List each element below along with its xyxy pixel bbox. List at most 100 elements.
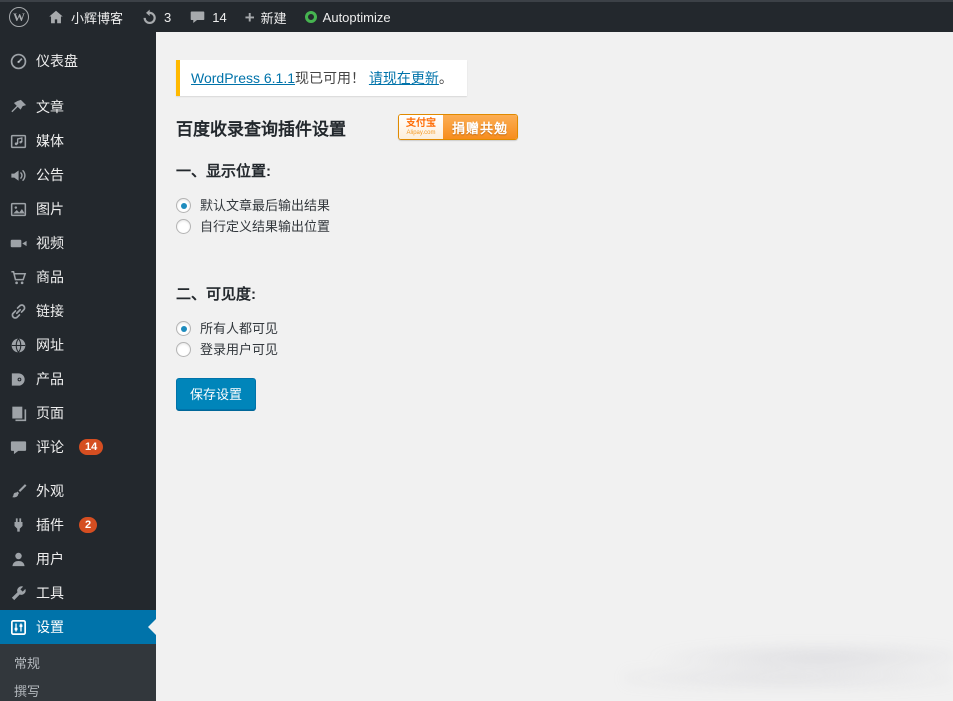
megaphone-icon bbox=[8, 165, 28, 185]
user-icon bbox=[8, 549, 28, 569]
sidebar-item-urls[interactable]: 网址 bbox=[0, 328, 156, 362]
alipay-donate-button[interactable]: 支付宝 Alipay.com 捐赠共勉 bbox=[398, 114, 519, 140]
wordpress-logo-icon: W bbox=[9, 7, 29, 27]
radio-option-default-output[interactable]: 默认文章最后输出结果 bbox=[176, 195, 933, 216]
plugins-badge: 2 bbox=[79, 517, 98, 533]
save-settings-button[interactable]: 保存设置 bbox=[176, 378, 257, 410]
notice-text: 现已可用！ bbox=[295, 70, 369, 86]
sidebar-item-label: 评论 bbox=[36, 439, 64, 455]
comment-bubble-icon bbox=[189, 9, 206, 26]
image-icon bbox=[8, 199, 28, 219]
radio-option-custom-output[interactable]: 自行定义结果输出位置 bbox=[176, 216, 933, 237]
sidebar-item-comments[interactable]: 评论 14 bbox=[0, 430, 156, 464]
update-now-link[interactable]: 请现在更新 bbox=[369, 70, 439, 86]
comments-menu[interactable]: 14 bbox=[180, 2, 235, 32]
alipay-domain-label: Alipay.com bbox=[406, 129, 436, 136]
comment-icon bbox=[8, 437, 28, 457]
plugin-icon bbox=[8, 515, 28, 535]
menu-separator bbox=[0, 78, 156, 90]
pushpin-icon bbox=[8, 97, 28, 117]
sidebar-item-label: 图片 bbox=[36, 201, 64, 217]
radio-selected-icon[interactable] bbox=[176, 321, 191, 336]
update-notice: WordPress 6.1.1现已可用！ 请现在更新。 bbox=[176, 60, 467, 96]
alipay-logo: 支付宝 Alipay.com bbox=[399, 115, 443, 139]
sidebar-item-label: 文章 bbox=[36, 99, 64, 115]
admin-bar: W 小辉博客 3 14 + 新建 Autoptimize bbox=[0, 0, 953, 32]
globe-icon bbox=[8, 335, 28, 355]
link-icon bbox=[8, 301, 28, 321]
sidebar: 仪表盘 文章 媒体 公告 图片 视频 商品 链接 网址 产品 页面 评论 14 … bbox=[0, 32, 156, 701]
sidebar-item-label: 外观 bbox=[36, 483, 64, 499]
sidebar-item-pages[interactable]: 页面 bbox=[0, 396, 156, 430]
video-camera-icon bbox=[8, 233, 28, 253]
sidebar-item-label: 工具 bbox=[36, 585, 64, 601]
sidebar-item-label: 商品 bbox=[36, 269, 64, 285]
sidebar-item-users[interactable]: 用户 bbox=[0, 542, 156, 576]
sidebar-item-media[interactable]: 媒体 bbox=[0, 124, 156, 158]
sidebar-item-goods[interactable]: 商品 bbox=[0, 260, 156, 294]
sidebar-item-label: 页面 bbox=[36, 405, 64, 421]
sidebar-item-label: 网址 bbox=[36, 337, 64, 353]
pages-icon bbox=[8, 403, 28, 423]
sidebar-item-tools[interactable]: 工具 bbox=[0, 576, 156, 610]
alipay-brand-label: 支付宝 bbox=[406, 117, 436, 129]
dashboard-icon bbox=[8, 51, 28, 71]
radio-option-label: 自行定义结果输出位置 bbox=[200, 219, 331, 234]
new-content-menu[interactable]: + 新建 bbox=[236, 2, 296, 32]
section-display-position-heading: 一、显示位置: bbox=[176, 163, 271, 180]
update-icon bbox=[141, 9, 158, 26]
updates-menu[interactable]: 3 bbox=[132, 2, 180, 32]
sidebar-item-label: 设置 bbox=[36, 619, 64, 635]
sidebar-item-plugins[interactable]: 插件 2 bbox=[0, 508, 156, 542]
sidebar-item-appearance[interactable]: 外观 bbox=[0, 474, 156, 508]
sidebar-item-pictures[interactable]: 图片 bbox=[0, 192, 156, 226]
notice-text-end: 。 bbox=[438, 70, 453, 86]
site-name-label: 小辉博客 bbox=[71, 10, 124, 26]
product-icon bbox=[8, 369, 28, 389]
blurred-watermark bbox=[623, 639, 953, 691]
sidebar-item-dashboard[interactable]: 仪表盘 bbox=[0, 44, 156, 78]
visibility-options: 所有人都可见 登录用户可见 bbox=[176, 318, 933, 360]
sidebar-item-announcements[interactable]: 公告 bbox=[0, 158, 156, 192]
radio-unselected-icon[interactable] bbox=[176, 219, 191, 234]
wrench-icon bbox=[8, 583, 28, 603]
donate-label: 捐赠共勉 bbox=[443, 115, 518, 139]
radio-unselected-icon[interactable] bbox=[176, 342, 191, 357]
sidebar-item-label: 插件 bbox=[36, 517, 64, 533]
sidebar-item-label: 链接 bbox=[36, 303, 64, 319]
radio-option-label: 所有人都可见 bbox=[200, 321, 279, 336]
submenu-item-general[interactable]: 常规 bbox=[0, 650, 156, 678]
sidebar-item-settings[interactable]: 设置 bbox=[0, 610, 156, 644]
radio-option-everyone-visible[interactable]: 所有人都可见 bbox=[176, 318, 933, 339]
display-position-options: 默认文章最后输出结果 自行定义结果输出位置 bbox=[176, 195, 933, 237]
wordpress-version-link[interactable]: WordPress 6.1.1 bbox=[191, 70, 295, 86]
site-name-menu[interactable]: 小辉博客 bbox=[38, 2, 132, 32]
radio-option-loggedin-visible[interactable]: 登录用户可见 bbox=[176, 339, 933, 360]
brush-icon bbox=[8, 481, 28, 501]
sidebar-item-products[interactable]: 产品 bbox=[0, 362, 156, 396]
sidebar-item-label: 用户 bbox=[36, 551, 64, 567]
home-icon bbox=[47, 8, 65, 26]
radio-option-label: 默认文章最后输出结果 bbox=[200, 198, 331, 213]
comments-count: 14 bbox=[212, 9, 227, 25]
autoptimize-menu[interactable]: Autoptimize bbox=[296, 2, 400, 32]
settings-submenu: 常规 撰写 bbox=[0, 644, 156, 701]
sidebar-item-posts[interactable]: 文章 bbox=[0, 90, 156, 124]
section-visibility-heading: 二、可见度: bbox=[176, 286, 256, 303]
sidebar-item-label: 仪表盘 bbox=[36, 53, 78, 69]
radio-selected-icon[interactable] bbox=[176, 198, 191, 213]
autoptimize-label: Autoptimize bbox=[322, 9, 391, 25]
cart-icon bbox=[8, 267, 28, 287]
sidebar-item-videos[interactable]: 视频 bbox=[0, 226, 156, 260]
title-row: 百度收录查询插件设置 支付宝 Alipay.com 捐赠共勉 bbox=[176, 114, 933, 140]
sidebar-item-label: 视频 bbox=[36, 235, 64, 251]
sidebar-item-label: 产品 bbox=[36, 371, 64, 387]
sidebar-item-label: 媒体 bbox=[36, 133, 64, 149]
page-title: 百度收录查询插件设置 bbox=[176, 119, 346, 139]
submenu-item-writing[interactable]: 撰写 bbox=[0, 678, 156, 701]
sidebar-item-links[interactable]: 链接 bbox=[0, 294, 156, 328]
autoptimize-ring-icon bbox=[304, 11, 317, 23]
media-icon bbox=[8, 131, 28, 151]
wp-logo-menu[interactable]: W bbox=[0, 2, 38, 32]
settings-icon bbox=[8, 617, 28, 637]
